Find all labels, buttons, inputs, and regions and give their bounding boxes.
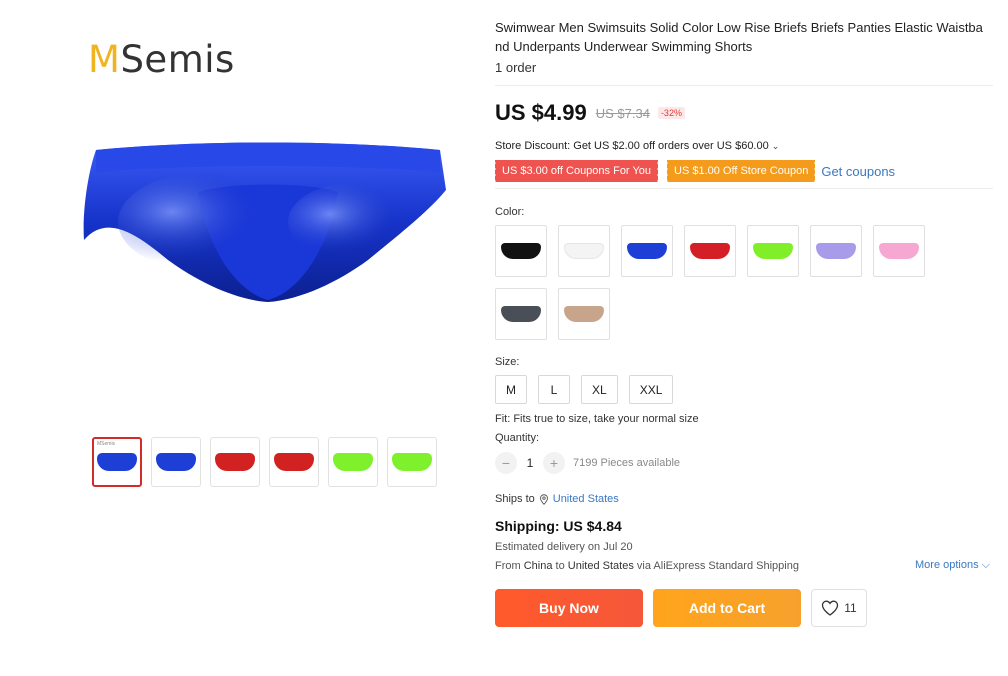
- thumbnail[interactable]: [387, 437, 437, 487]
- ships-to-country[interactable]: United States: [553, 493, 619, 505]
- size-option-xxl[interactable]: XXL: [628, 375, 674, 404]
- ships-to-label: Ships to: [495, 493, 535, 505]
- wishlist-button[interactable]: 11: [811, 589, 867, 627]
- heart-icon: [822, 600, 839, 616]
- color-swatch[interactable]: [810, 225, 862, 277]
- brand-logo: MSemis: [88, 38, 235, 81]
- swatch-image: [501, 306, 541, 322]
- more-options-link[interactable]: More options ⌵: [915, 559, 990, 572]
- divider: [495, 85, 993, 86]
- ships-to: Ships to United States: [495, 493, 995, 505]
- color-swatch[interactable]: [747, 225, 799, 277]
- thumbnail-image: [274, 453, 314, 471]
- product-gallery: MSemis MSemis: [78, 20, 458, 490]
- product-title: Swimwear Men Swimsuits Solid Color Low R…: [495, 20, 983, 54]
- quantity-value[interactable]: 1: [517, 456, 543, 470]
- shipping-route: From China to United States via AliExpre…: [495, 559, 990, 572]
- size-option-l[interactable]: L: [538, 375, 570, 404]
- ship-to: United States: [567, 559, 634, 572]
- swatch-image: [753, 243, 793, 259]
- size-options: M L XL XXL: [495, 375, 995, 404]
- main-product-image[interactable]: MSemis: [78, 20, 458, 420]
- chevron-down-icon: ⌵: [981, 559, 990, 571]
- wishlist-count: 11: [844, 601, 857, 615]
- quantity-label: Quantity:: [495, 432, 540, 444]
- fit-note: Fit: Fits true to size, take your normal…: [495, 413, 699, 425]
- original-price: US $7.34: [595, 105, 650, 121]
- swatch-image: [564, 306, 604, 322]
- product-info: Swimwear Men Swimsuits Solid Color Low R…: [493, 18, 995, 627]
- shipping-route-text: From China to United States via AliExpre…: [495, 560, 799, 572]
- color-swatch[interactable]: [558, 288, 610, 340]
- size-option-xl[interactable]: XL: [581, 375, 618, 404]
- color-swatch[interactable]: [684, 225, 736, 277]
- discount-badge: -32%: [657, 107, 685, 119]
- shipping-cost: Shipping: US $4.84: [495, 518, 622, 534]
- thumbnail[interactable]: MSemis: [92, 437, 142, 487]
- color-label: Color:: [495, 206, 525, 218]
- store-discount-text: Store Discount: Get US $2.00 off orders …: [495, 140, 769, 152]
- location-pin-icon: [539, 493, 548, 505]
- color-swatches: [495, 225, 945, 340]
- order-count: 1 order: [495, 60, 537, 75]
- coupon-badge[interactable]: US $3.00 off Coupons For You: [493, 160, 659, 182]
- thumbnail[interactable]: [151, 437, 201, 487]
- chevron-down-icon: ⌄: [771, 140, 780, 151]
- shipping-method: via AliExpress Standard Shipping: [636, 559, 799, 572]
- size-label: Size:: [495, 356, 520, 368]
- buy-now-button[interactable]: Buy Now: [495, 589, 643, 627]
- swatch-image: [816, 243, 856, 259]
- thumbnail-image: [333, 453, 373, 471]
- swatch-image: [879, 243, 919, 259]
- thumbnail[interactable]: [269, 437, 319, 487]
- increase-quantity-button[interactable]: +: [543, 452, 565, 474]
- thumbnail-image: [392, 453, 432, 471]
- swatch-image: [501, 243, 541, 259]
- thumbnail-brand: MSemis: [97, 441, 116, 447]
- swatch-image: [627, 243, 667, 259]
- add-to-cart-button[interactable]: Add to Cart: [653, 589, 801, 627]
- action-buttons: Buy Now Add to Cart 11: [495, 589, 995, 627]
- coupon-badge[interactable]: US $1.00 Off Store Coupon: [666, 160, 816, 182]
- size-option-m[interactable]: M: [495, 375, 527, 404]
- color-swatch[interactable]: [621, 225, 673, 277]
- get-coupons-link[interactable]: Get coupons: [821, 164, 895, 179]
- decrease-quantity-button[interactable]: −: [495, 452, 517, 474]
- quantity-stepper: − 1 + 7199 Pieces available: [495, 452, 995, 474]
- current-price: US $4.99: [495, 100, 587, 125]
- thumbnail-strip: MSemis: [92, 437, 437, 487]
- thumbnail[interactable]: [328, 437, 378, 487]
- estimated-delivery: Estimated delivery on Jul 20: [495, 541, 633, 553]
- coupon-row: US $3.00 off Coupons For You US $1.00 Of…: [493, 160, 995, 182]
- product-photo: [83, 142, 447, 302]
- from-prefix: From: [495, 559, 521, 572]
- swatch-image: [690, 243, 730, 259]
- divider: [495, 188, 993, 189]
- color-swatch[interactable]: [873, 225, 925, 277]
- thumbnail[interactable]: [210, 437, 260, 487]
- more-options-label: More options: [915, 559, 979, 571]
- color-swatch[interactable]: [495, 288, 547, 340]
- store-discount[interactable]: Store Discount: Get US $2.00 off orders …: [495, 140, 995, 152]
- swatch-image: [564, 243, 604, 259]
- ship-from: China: [523, 559, 553, 572]
- color-swatch[interactable]: [558, 225, 610, 277]
- price-row: US $4.99 US $7.34 -32%: [495, 100, 995, 126]
- thumbnail-image: [215, 453, 255, 471]
- available-stock: 7199 Pieces available: [573, 457, 681, 469]
- thumbnail-image: [156, 453, 196, 471]
- color-swatch[interactable]: [495, 225, 547, 277]
- to-word: to: [555, 559, 565, 572]
- thumbnail-image: [97, 453, 137, 471]
